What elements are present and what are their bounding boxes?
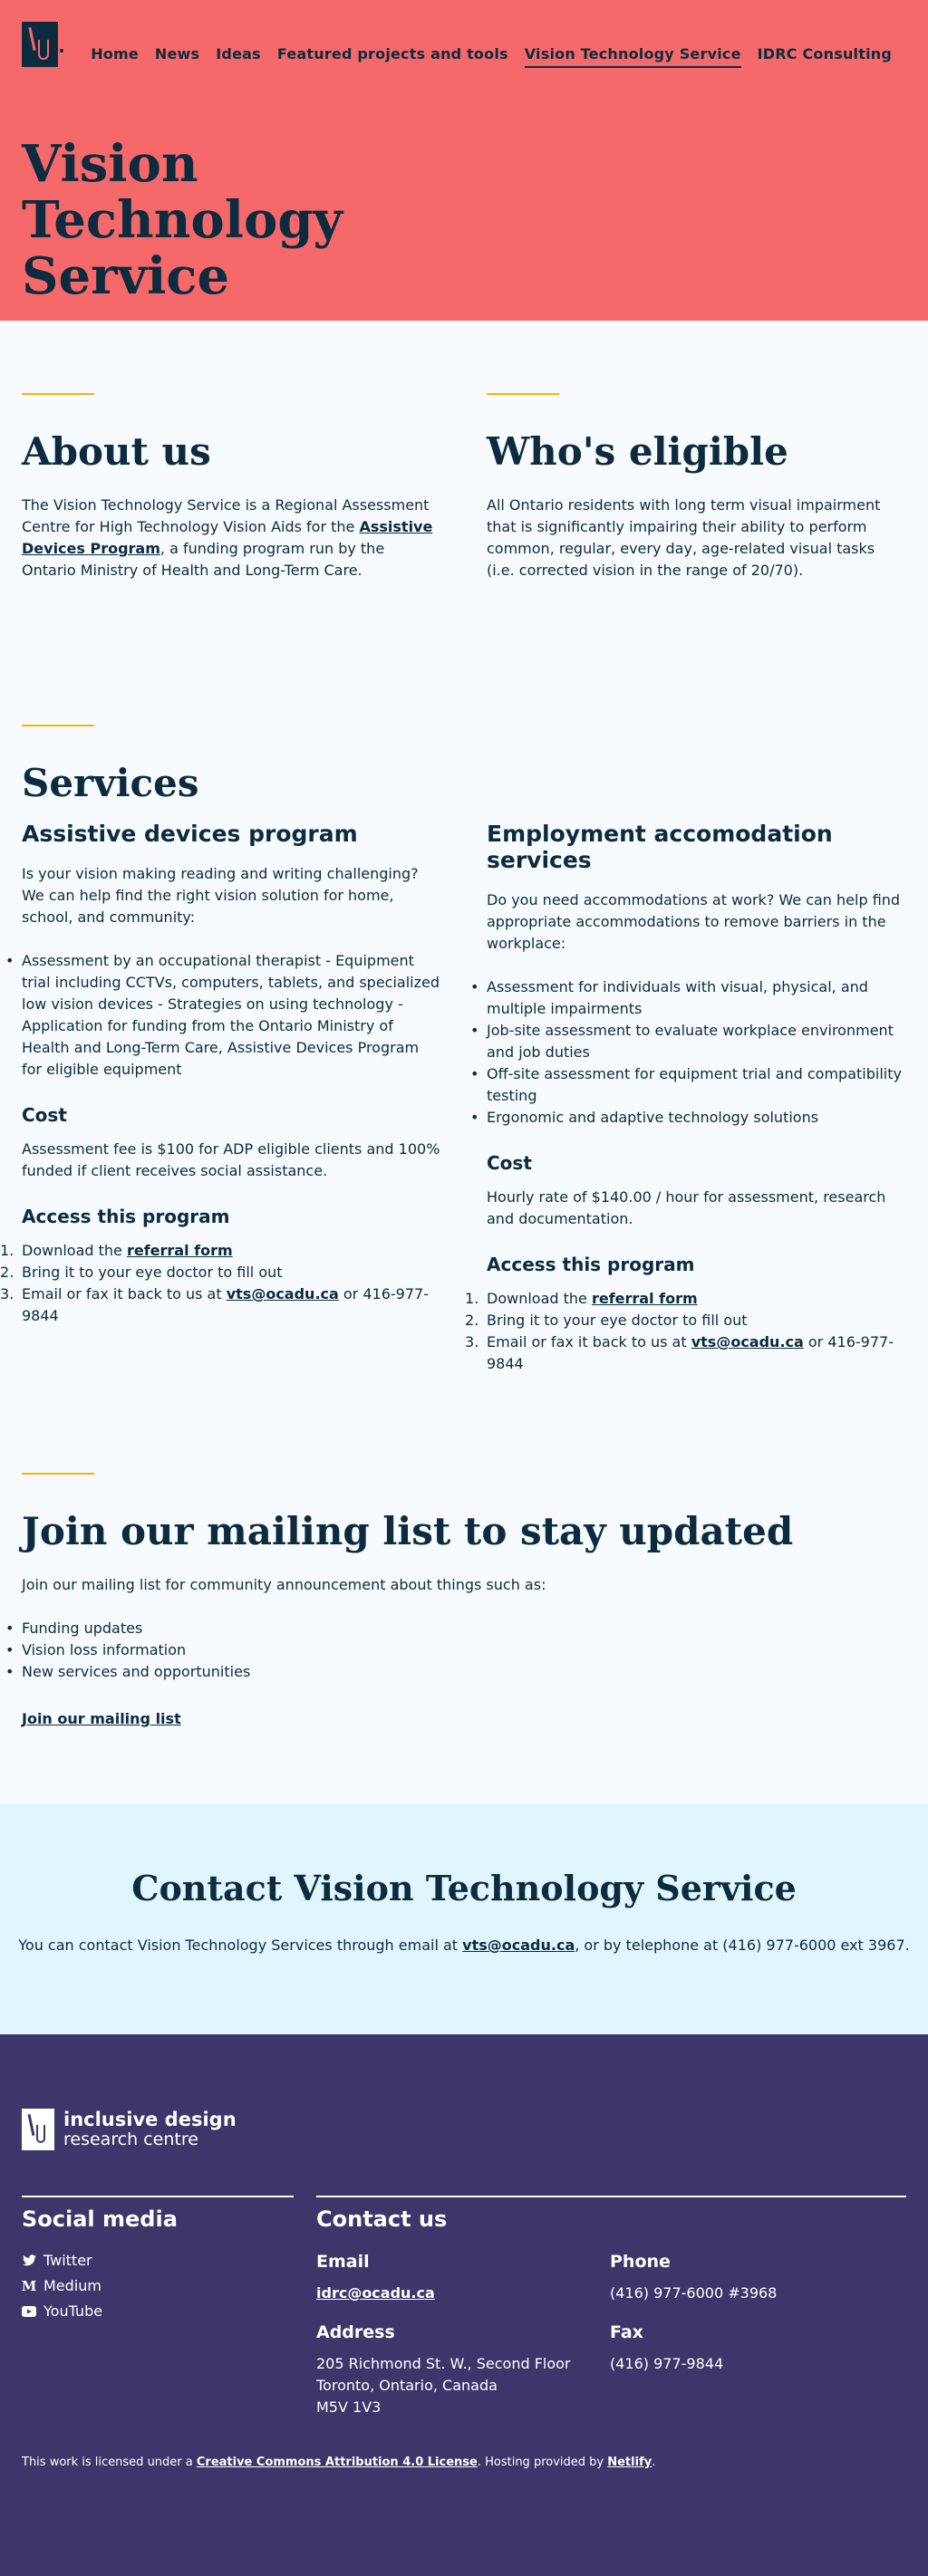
eligible-text: All Ontario residents with long term vis…	[487, 496, 881, 579]
twitter-link[interactable]: Twitter	[22, 2252, 294, 2269]
accent-divider	[22, 393, 94, 395]
address-line: Toronto, Ontario, Canada	[316, 2377, 498, 2394]
phone-value: (416) 977-6000 #3968	[610, 2284, 778, 2302]
accent-divider	[22, 1473, 94, 1475]
about-section: About us The Vision Technology Service i…	[0, 321, 928, 661]
about-text: The Vision Technology Service is a Regio…	[22, 496, 433, 579]
services-heading: Services	[22, 761, 199, 805]
mailing-section: Join our mailing list to stay updated Jo…	[0, 1435, 928, 1804]
list-item: Email or fax it back to us at vts@ocadu.…	[465, 1331, 894, 1372]
address-line: 205 Richmond St. W., Second Floor	[316, 2355, 571, 2372]
accent-divider	[487, 393, 559, 395]
employment-intro: Do you need accommodations at work? We c…	[487, 891, 901, 952]
list-item: Off-site assessment for equipment trial …	[470, 1063, 906, 1107]
youtube-icon	[22, 2305, 36, 2318]
nav-idrc-consulting[interactable]: IDRC Consulting	[758, 45, 892, 68]
youtube-link[interactable]: YouTube	[22, 2302, 294, 2320]
eligible-heading: Who's eligible	[487, 429, 788, 474]
medium-link[interactable]: M Medium	[22, 2277, 294, 2294]
list-item: Download the referral form	[0, 1240, 233, 1262]
address-label: Address	[316, 2322, 395, 2342]
list-item: Vision loss information	[5, 1639, 906, 1661]
contact-section: Contact Vision Technology Service You ca…	[0, 1804, 928, 2034]
idrc-logo[interactable]: inclusive design research centre	[22, 2109, 237, 2150]
nav-featured-projects[interactable]: Featured projects and tools	[277, 45, 508, 68]
join-mailing-list-link[interactable]: Join our mailing list	[22, 1710, 181, 1727]
social-media-column: Social media Twitter M Medium YouTube	[22, 2196, 294, 2328]
main-nav: Home News Ideas Featured projects and to…	[91, 45, 892, 68]
employment-cost-title: Cost	[487, 1152, 532, 1174]
fax-value: (416) 977-9844	[610, 2355, 724, 2372]
employment-cost-text: Hourly rate of $140.00 / hour for assess…	[487, 1188, 886, 1227]
medium-icon: M	[21, 2277, 37, 2294]
license-link[interactable]: Creative Commons Attribution 4.0 License	[197, 2456, 478, 2469]
phone-label: Phone	[610, 2252, 671, 2272]
vts-email-link[interactable]: vts@ocadu.ca	[462, 1937, 575, 1954]
mailing-intro: Join our mailing list for community anno…	[22, 1576, 546, 1593]
services-section: Services Assistive devices program Is yo…	[0, 661, 928, 1435]
netlify-link[interactable]: Netlify	[607, 2456, 652, 2469]
list-item: Assessment for individuals with visual, …	[470, 976, 906, 1020]
contact-us-title: Contact us	[316, 2206, 448, 2232]
idrc-mark-icon	[22, 2109, 54, 2150]
adp-intro: Is your vision making reading and writin…	[22, 865, 419, 926]
page-title: Vision Technology Service	[22, 134, 343, 306]
site-footer: inclusive design research centre Social …	[0, 2034, 928, 2576]
employment-title: Employment accomodation services	[487, 821, 833, 873]
adp-title: Assistive devices program	[22, 821, 358, 847]
list-item: Funding updates	[5, 1618, 906, 1639]
mailing-heading: Join our mailing list to stay updated	[22, 1509, 794, 1553]
nav-home[interactable]: Home	[91, 45, 139, 68]
twitter-icon	[22, 2254, 36, 2267]
referral-form-link[interactable]: referral form	[592, 1290, 698, 1307]
list-item: New services and opportunities	[5, 1661, 906, 1683]
list-item: Ergonomic and adaptive technology soluti…	[470, 1107, 906, 1129]
idrc-logo-icon[interactable]	[22, 22, 63, 67]
employment-column: Employment accomodation services Do you …	[465, 821, 906, 1375]
site-header: Home News Ideas Featured projects and to…	[0, 0, 928, 321]
contact-heading: Contact Vision Technology Service	[131, 1868, 797, 1908]
nav-news[interactable]: News	[155, 45, 199, 68]
contact-us-column: Contact us Email idrc@ocadu.ca Phone (41…	[316, 2196, 906, 2418]
referral-form-link[interactable]: referral form	[127, 1242, 233, 1259]
employment-access-title: Access this program	[487, 1254, 695, 1275]
nav-vision-technology-service[interactable]: Vision Technology Service	[524, 45, 741, 68]
adp-column: Assistive devices program Is your vision…	[0, 821, 441, 1375]
list-item: Assessment by an occupational therapist …	[5, 950, 441, 1081]
email-label: Email	[316, 2252, 370, 2272]
adp-cost-title: Cost	[22, 1104, 67, 1126]
vts-email-link[interactable]: vts@ocadu.ca	[227, 1285, 339, 1302]
contact-text: You can contact Vision Technology Servic…	[18, 1937, 910, 1954]
license-text: This work is licensed under a Creative C…	[22, 2456, 656, 2469]
address-line: M5V 1V3	[316, 2398, 382, 2416]
about-heading: About us	[22, 429, 211, 474]
list-item: Download the referral form	[465, 1288, 698, 1310]
idrc-email-link[interactable]: idrc@ocadu.ca	[316, 2284, 435, 2302]
adp-access-title: Access this program	[22, 1206, 230, 1227]
accent-divider	[22, 725, 94, 726]
logo-line-1: inclusive design	[63, 2109, 237, 2130]
fax-label: Fax	[610, 2322, 643, 2342]
logo-line-2: research centre	[63, 2129, 198, 2149]
list-item: Email or fax it back to us at vts@ocadu.…	[0, 1283, 429, 1324]
vts-email-link[interactable]: vts@ocadu.ca	[691, 1333, 804, 1350]
list-item: Bring it to your eye doctor to fill out	[465, 1310, 748, 1331]
adp-cost-text: Assessment fee is $100 for ADP eligible …	[22, 1140, 440, 1179]
social-title: Social media	[22, 2206, 178, 2232]
list-item: Job-site assessment to evaluate workplac…	[470, 1020, 906, 1063]
list-item: Bring it to your eye doctor to fill out	[0, 1262, 283, 1283]
nav-ideas[interactable]: Ideas	[216, 45, 261, 68]
